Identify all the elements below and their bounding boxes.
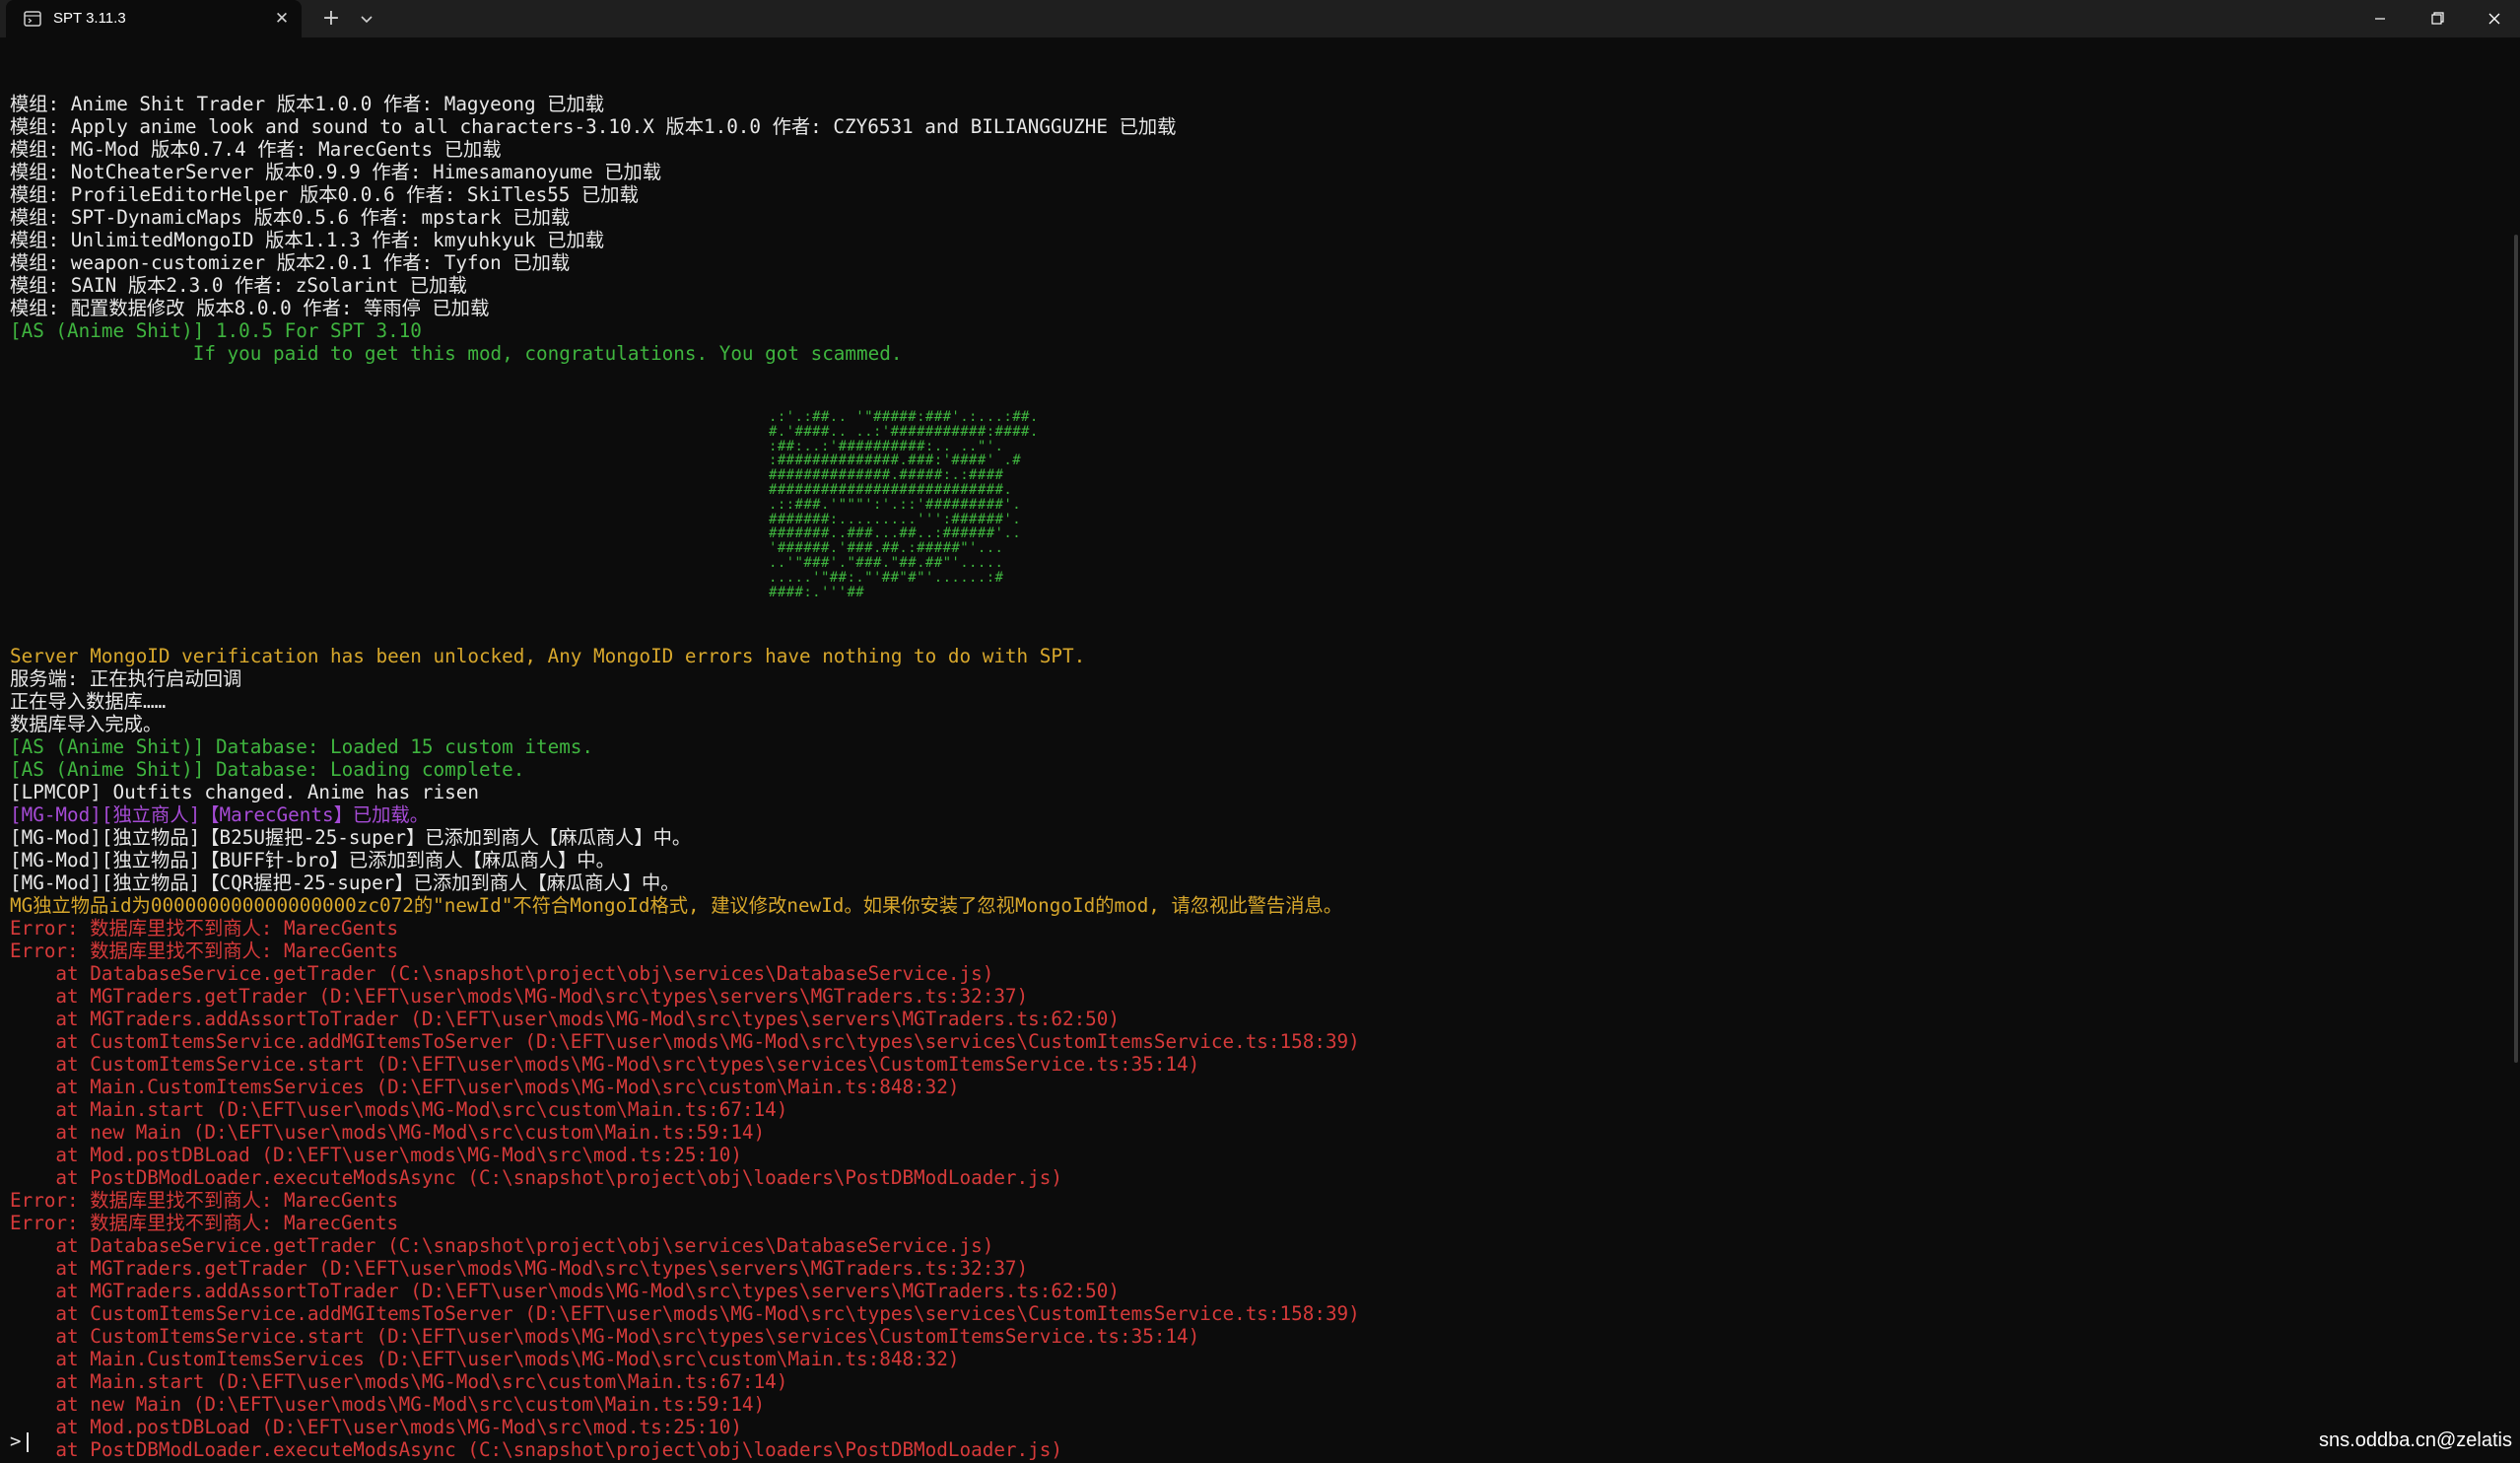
log-line: Error: 数据库里找不到商人: MarecGents bbox=[10, 917, 399, 940]
log-lines-top: 模组: Anime Shit Trader 版本1.0.0 作者: Magyeo… bbox=[10, 93, 2503, 365]
log-line: 模组: Anime Shit Trader 版本1.0.0 作者: Magyeo… bbox=[10, 93, 605, 115]
log-line: [AS (Anime Shit)] Database: Loaded 15 cu… bbox=[10, 735, 594, 759]
log-line: [MG-Mod][独立物品]【BUFF针-bro】已添加到商人【麻瓜商人】中。 bbox=[10, 849, 615, 872]
prompt-symbol: > bbox=[10, 1430, 22, 1452]
terminal-output[interactable]: 模组: Anime Shit Trader 版本1.0.0 作者: Magyeo… bbox=[10, 47, 2503, 1461]
log-line: MG独立物品id为000000000000000000zc072的"newId"… bbox=[10, 894, 1343, 918]
ascii-art-line: .:'.:##.. '"#####:###'.:...:##. bbox=[769, 409, 1039, 425]
command-prompt[interactable]: > bbox=[10, 1430, 30, 1453]
tab-title: SPT 3.11.3 bbox=[53, 10, 126, 27]
log-line: at Mod.postDBLoad (D:\EFT\user\mods\MG-M… bbox=[10, 1144, 742, 1167]
ascii-art-line: :##############.###:'####' .# bbox=[769, 453, 1022, 469]
log-line: [MG-Mod][独立物品]【B25U握把-25-super】已添加到商人【麻瓜… bbox=[10, 826, 692, 850]
log-line: 模组: SPT-DynamicMaps 版本0.5.6 作者: mpstark … bbox=[10, 206, 571, 229]
ascii-art-line: .....'"##:."'##"#"'......:# bbox=[769, 569, 1004, 586]
ascii-art-line: #######..###...##..:######'.. bbox=[769, 525, 1022, 542]
ascii-art-line: #######:.........''':######'. bbox=[769, 511, 1022, 527]
log-line: at Main.start (D:\EFT\user\mods\MG-Mod\s… bbox=[10, 1370, 788, 1394]
log-line: at Main.CustomItemsServices (D:\EFT\user… bbox=[10, 1076, 960, 1099]
log-line: 数据库导入完成。 bbox=[10, 713, 163, 736]
log-line: If you paid to get this mod, congratulat… bbox=[10, 342, 903, 365]
restore-icon[interactable] bbox=[2409, 0, 2466, 37]
log-line: at CustomItemsService.addMGItemsToServer… bbox=[10, 1302, 1360, 1326]
log-line: 模组: MG-Mod 版本0.7.4 作者: MarecGents 已加载 bbox=[10, 138, 502, 161]
log-line: at MGTraders.getTrader (D:\EFT\user\mods… bbox=[10, 985, 1029, 1009]
log-line: at Mod.postDBLoad (D:\EFT\user\mods\MG-M… bbox=[10, 1416, 742, 1439]
log-line: 正在导入数据库…… bbox=[10, 690, 167, 714]
log-line: at MGTraders.addAssortToTrader (D:\EFT\u… bbox=[10, 1280, 1121, 1303]
log-line: Server MongoID verification has been unl… bbox=[10, 645, 1086, 668]
minimize-icon[interactable] bbox=[2351, 0, 2409, 37]
watermark: sns.oddba.cn@zelatis bbox=[2319, 1429, 2512, 1451]
log-line: 模组: ProfileEditorHelper 版本0.0.6 作者: SkiT… bbox=[10, 183, 639, 206]
scrollbar[interactable] bbox=[2514, 235, 2518, 1063]
tab-spt[interactable]: SPT 3.11.3 ✕ bbox=[6, 0, 302, 37]
log-line: at PostDBModLoader.executeModsAsync (C:\… bbox=[10, 1166, 1062, 1190]
log-line: 模组: 配置数据修改 版本8.0.0 作者: 等雨停 已加载 bbox=[10, 297, 490, 319]
log-line: at DatabaseService.getTrader (C:\snapsho… bbox=[10, 962, 994, 986]
ascii-art: .:'.:##.. '"#####:###'.:...:##. #.'####..… bbox=[10, 410, 2503, 599]
ascii-art-line: ##############.#####:.:#### bbox=[769, 467, 1004, 484]
log-line: at PostDBModLoader.executeModsAsync (C:\… bbox=[10, 1438, 1062, 1462]
log-line: at DatabaseService.getTrader (C:\snapsho… bbox=[10, 1234, 994, 1258]
log-line: 模组: Apply anime look and sound to all ch… bbox=[10, 115, 1177, 138]
close-window-icon[interactable] bbox=[2466, 0, 2520, 37]
log-line: 模组: SAIN 版本2.3.0 作者: zSolarint 已加载 bbox=[10, 274, 467, 297]
log-line: at new Main (D:\EFT\user\mods\MG-Mod\src… bbox=[10, 1393, 766, 1417]
ascii-art-line: ###########################. bbox=[769, 481, 1013, 498]
log-line: at new Main (D:\EFT\user\mods\MG-Mod\src… bbox=[10, 1121, 766, 1145]
close-icon[interactable]: ✕ bbox=[272, 9, 292, 29]
log-line: [MG-Mod][独立物品]【CQR握把-25-super】已添加到商人【麻瓜商… bbox=[10, 871, 680, 895]
chevron-down-icon[interactable] bbox=[355, 7, 378, 31]
title-bar: SPT 3.11.3 ✕ + bbox=[0, 0, 2520, 37]
log-line: [AS (Anime Shit)] Database: Loading comp… bbox=[10, 758, 525, 782]
log-line: Error: 数据库里找不到商人: MarecGents bbox=[10, 1212, 399, 1235]
log-line: at CustomItemsService.addMGItemsToServer… bbox=[10, 1030, 1360, 1054]
ascii-art-line: ..'"###'."###."##.##"'..... bbox=[769, 554, 1004, 571]
log-line: [AS (Anime Shit)] 1.0.5 For SPT 3.10 bbox=[10, 319, 422, 342]
log-line: 模组: weapon-customizer 版本2.0.1 作者: Tyfon … bbox=[10, 251, 571, 274]
ascii-art-line: :##:..:'##########:.. .."'. bbox=[769, 438, 1004, 454]
log-line: Error: 数据库里找不到商人: MarecGents bbox=[10, 1189, 399, 1213]
log-line: at CustomItemsService.start (D:\EFT\user… bbox=[10, 1325, 1200, 1349]
log-line: 模组: UnlimitedMongoID 版本1.1.3 作者: kmyuhky… bbox=[10, 229, 605, 251]
log-line: at MGTraders.addAssortToTrader (D:\EFT\u… bbox=[10, 1008, 1121, 1031]
terminal-icon bbox=[24, 11, 41, 27]
log-line: Error: 数据库里找不到商人: MarecGents bbox=[10, 940, 399, 963]
log-line: at CustomItemsService.start (D:\EFT\user… bbox=[10, 1053, 1200, 1077]
log-line: at Main.CustomItemsServices (D:\EFT\user… bbox=[10, 1348, 960, 1371]
ascii-art-line: .::###.'"""':'.::'#########'. bbox=[769, 496, 1022, 513]
log-line: [MG-Mod][独立商人]【MarecGents】已加载。 bbox=[10, 803, 429, 827]
text-cursor bbox=[27, 1431, 30, 1452]
log-line: at MGTraders.getTrader (D:\EFT\user\mods… bbox=[10, 1257, 1029, 1281]
log-line: 模组: NotCheaterServer 版本0.9.9 作者: Himesam… bbox=[10, 161, 662, 183]
log-line: 服务端: 正在执行启动回调 bbox=[10, 667, 242, 691]
ascii-art-line: #.'####.. ..:'###########:####. bbox=[769, 423, 1039, 440]
log-lines-bottom: Server MongoID verification has been unl… bbox=[10, 645, 2503, 1461]
plus-icon[interactable]: + bbox=[317, 6, 345, 32]
ascii-art-line: ####:.'''## bbox=[769, 584, 865, 600]
ascii-art-line: '######.'###.##.:#####"'... bbox=[769, 540, 1004, 557]
log-line: at Main.start (D:\EFT\user\mods\MG-Mod\s… bbox=[10, 1098, 788, 1122]
log-line: [LPMCOP] Outfits changed. Anime has rise… bbox=[10, 781, 479, 804]
